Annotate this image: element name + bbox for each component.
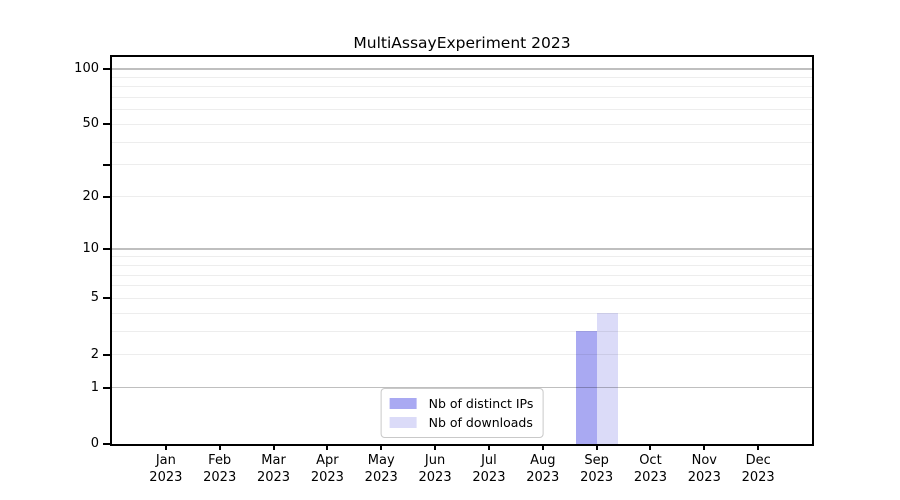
gridline-minor [112,256,812,257]
gridline-minor [112,109,812,110]
gridline-minor [112,86,812,87]
legend-label: Nb of downloads [429,415,533,430]
x-tick-mark [757,444,759,450]
y-tick-mark [103,248,110,250]
x-tick-mark [488,444,490,450]
y-tick-label: 10 [37,240,99,257]
y-tick-mark [103,443,110,445]
y-tick-label: 50 [37,115,99,132]
y-tick-mark [103,354,110,356]
gridline-major [112,248,812,250]
gridline-major [112,68,812,70]
legend-item: Nb of distinct IPs [390,394,534,413]
y-tick-mark [103,68,110,70]
legend: Nb of distinct IPs Nb of downloads [381,388,544,438]
legend-item: Nb of downloads [390,413,534,432]
y-tick-mark [103,297,110,299]
gridline-minor [112,97,812,98]
gridline-minor [112,196,812,197]
x-tick-mark [326,444,328,450]
x-tick-mark [596,444,598,450]
y-tick-mark [103,387,110,389]
legend-swatch-distinct-ips [390,398,417,409]
y-tick-label: 0 [37,435,99,452]
gridline-minor [112,354,812,355]
x-tick-mark [380,444,382,450]
y-minor-tick-mark [103,164,110,166]
y-tick-label: 1 [37,379,99,396]
x-tick-mark [165,444,167,450]
gridline-minor [112,77,812,78]
x-tick-mark [542,444,544,450]
x-tick-mark [649,444,651,450]
chart-title: MultiAssayExperiment 2023 [110,34,814,52]
legend-label: Nb of distinct IPs [429,396,534,411]
x-tick-mark [219,444,221,450]
gridline-minor [112,142,812,143]
x-tick-mark [703,444,705,450]
y-tick-mark [103,196,110,198]
gridline-minor [112,164,812,165]
x-tick-mark [273,444,275,450]
y-tick-label: 2 [37,346,99,363]
chart-figure: MultiAssayExperiment 2023 Nb of distinct… [0,0,900,500]
gridline-minor [112,265,812,266]
gridline-minor [112,275,812,276]
gridline-minor [112,298,812,299]
gridline-minor [112,313,812,314]
gridline-minor [112,124,812,125]
y-tick-mark [103,123,110,125]
y-tick-label: 100 [37,60,99,77]
x-tick-label: Dec 2023 [726,453,790,486]
gridline-minor [112,331,812,332]
bar-nb-of-downloads-sep-2023 [597,313,618,444]
y-tick-label: 20 [37,188,99,205]
legend-swatch-downloads [390,417,417,428]
plot-area: Nb of distinct IPs Nb of downloads 01251… [110,55,814,446]
y-tick-label: 5 [37,289,99,306]
x-tick-mark [434,444,436,450]
gridline-minor [112,285,812,286]
